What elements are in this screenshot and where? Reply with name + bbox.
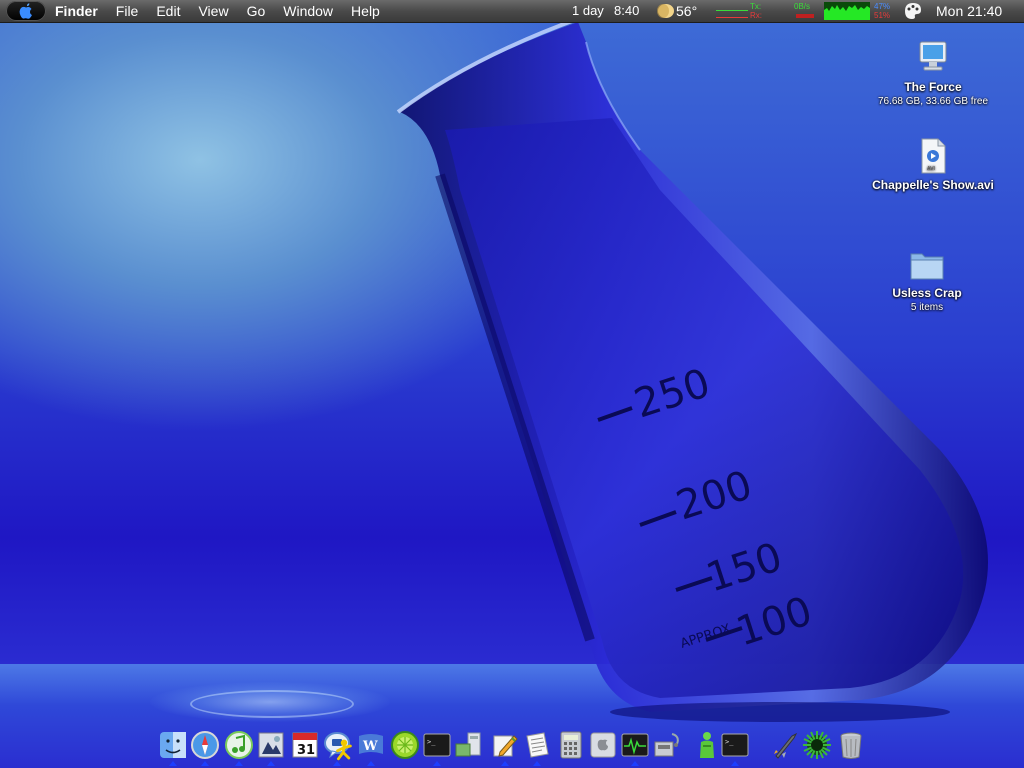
dock-item-figure-app[interactable]: [692, 730, 722, 760]
menu-finder[interactable]: Finder: [54, 0, 107, 22]
cpu-percent-top: 47%: [874, 2, 891, 11]
desktop-icon-the-force[interactable]: The Force 76.68 GB, 33.66 GB free: [858, 40, 1008, 108]
aim-icon: [336, 739, 352, 761]
running-indicator: [631, 761, 639, 766]
svg-text:>_: >_: [427, 738, 436, 746]
running-indicator: [501, 761, 509, 766]
menu-window[interactable]: Window: [274, 0, 342, 22]
desktop-icon-chappelles-show[interactable]: AVI Chappelle's Show.avi: [858, 138, 1008, 193]
desktop-icon-info: 76.68 GB, 33.66 GB free: [877, 96, 989, 107]
cpu-percent-bottom: 51%: [874, 11, 891, 20]
temperature-readout[interactable]: 56°: [676, 0, 697, 22]
preview-icon: [258, 732, 284, 758]
running-indicator: [433, 761, 441, 766]
rocket-icon: [774, 732, 798, 759]
svg-text:W: W: [362, 739, 378, 754]
desktop-icon-label: The Force: [904, 80, 962, 94]
menu-help[interactable]: Help: [342, 0, 389, 22]
dock-item-itunes[interactable]: [224, 730, 254, 766]
menu-items: Finder File Edit View Go Window Help: [54, 0, 389, 22]
cpu-graph[interactable]: [824, 2, 870, 20]
network-tx-label: Tx:: [750, 2, 762, 11]
utility-icon: [455, 732, 481, 757]
uptime-label[interactable]: 1 day: [572, 0, 604, 22]
running-indicator: [533, 761, 541, 766]
svg-text:>_: >_: [725, 738, 734, 746]
safari-icon: [191, 731, 219, 759]
ical-date: 31: [297, 743, 315, 758]
limewire-icon: [391, 731, 419, 759]
dock-item-safari[interactable]: [190, 730, 220, 766]
dock-item-ical[interactable]: 31: [290, 730, 320, 760]
dock-item-limewire[interactable]: [390, 730, 420, 760]
terminal-icon: >_: [423, 733, 451, 757]
disk-rate-label: 0B/s: [794, 2, 811, 11]
cpu-percent-monitor[interactable]: 47% 51%: [872, 2, 900, 20]
dock-item-preview[interactable]: [256, 730, 286, 766]
green-figure-icon: [700, 732, 714, 758]
dock: 31 W >_ >_: [152, 726, 874, 768]
dock-item-calculator[interactable]: [556, 730, 586, 760]
dock-item-system-preferences[interactable]: [588, 730, 618, 760]
dock-item-rocket-app[interactable]: [770, 730, 800, 760]
finder-icon: [160, 732, 186, 758]
apple-icon: [19, 3, 32, 19]
word-icon: W: [359, 734, 383, 754]
dock-item-aim[interactable]: [332, 738, 356, 762]
menu-view[interactable]: View: [189, 0, 237, 22]
network-rx-label: Rx:: [750, 11, 762, 20]
network-monitor[interactable]: Tx: Rx:: [716, 2, 762, 20]
palette-icon[interactable]: [904, 2, 922, 20]
dock-item-terminal[interactable]: >_: [422, 730, 452, 766]
dock-item-terminal-2[interactable]: >_: [720, 730, 750, 766]
uptime-time[interactable]: 8:40: [614, 0, 639, 22]
running-indicator: [267, 761, 275, 766]
dock-item-text-document[interactable]: [522, 730, 552, 766]
itunes-icon: [225, 731, 253, 759]
menu-edit[interactable]: Edit: [147, 0, 189, 22]
running-indicator: [235, 761, 243, 766]
menu-bar: Finder File Edit View Go Window Help 1 d…: [0, 0, 1024, 23]
running-indicator: [169, 761, 177, 766]
avi-file-icon: AVI: [921, 138, 946, 174]
moon-weather-icon[interactable]: [657, 3, 675, 19]
disk-monitor[interactable]: 0B/s: [794, 2, 822, 20]
menu-clock[interactable]: Mon 21:40: [936, 0, 1002, 22]
dock-item-green-burst-app[interactable]: [802, 730, 832, 760]
apple-prefs-icon: [590, 732, 616, 758]
ical-icon: 31: [292, 732, 318, 758]
dock-item-textedit-pen[interactable]: [490, 730, 520, 766]
dock-item-system-profiler[interactable]: [652, 730, 682, 760]
desktop-wallpaper: 250 200 150 100 APPROX The Force 76.68 G…: [0, 0, 1024, 768]
terminal-icon: >_: [721, 733, 749, 757]
desktop-icon-info: 5 items: [910, 302, 944, 313]
pen-icon: [493, 735, 518, 757]
dock-item-system-utility[interactable]: [454, 730, 484, 760]
document-icon: [526, 732, 549, 758]
desktop-icon-label: Chappelle's Show.avi: [872, 178, 994, 192]
svg-text:AVI: AVI: [927, 166, 935, 172]
hard-drive-icon: [919, 41, 947, 71]
menu-extras: 1 day 8:40 56° Tx: Rx: 0B/s 47% 51% Mon …: [564, 0, 1024, 22]
running-indicator: [201, 761, 209, 766]
menu-file[interactable]: File: [107, 0, 148, 22]
system-profiler-icon: [654, 733, 679, 757]
dock-item-trash[interactable]: [836, 730, 866, 760]
menu-go[interactable]: Go: [238, 0, 275, 22]
running-indicator: [731, 761, 739, 766]
trash-icon: [840, 732, 862, 759]
folder-icon: [910, 253, 944, 280]
green-burst-icon: [803, 731, 831, 759]
wallpaper-flask-image: 250 200 150 100 APPROX: [396, 16, 988, 722]
dock-item-word[interactable]: W: [356, 730, 386, 766]
activity-monitor-icon: [621, 733, 649, 757]
dock-item-activity-monitor[interactable]: [620, 730, 650, 766]
desktop-icon-label: Usless Crap: [892, 286, 962, 300]
calculator-icon: [560, 731, 582, 759]
running-indicator: [367, 761, 375, 766]
desktop-icon-usless-crap[interactable]: Usless Crap 5 items: [852, 248, 1002, 314]
apple-menu-button[interactable]: [6, 1, 46, 21]
dock-item-finder[interactable]: [158, 730, 188, 766]
